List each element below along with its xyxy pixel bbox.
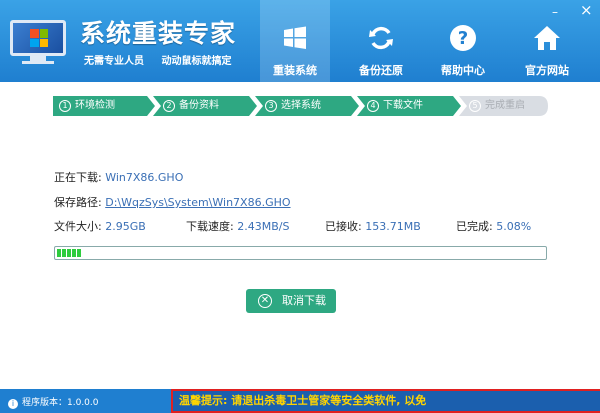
windows-logo-icon bbox=[30, 29, 48, 47]
nav-backup-restore[interactable]: 备份还原 bbox=[346, 0, 416, 82]
cancel-download-label: 取消下载 bbox=[282, 294, 326, 307]
warm-tip-notice: 温馨提示: 请退出杀毒卫士管家等安全类软件, 以免 bbox=[171, 389, 600, 413]
step-label: 完成重启 bbox=[485, 100, 525, 111]
home-icon bbox=[534, 26, 560, 50]
completed-label: 已完成: bbox=[456, 220, 493, 233]
app-header: 系统重装专家 无需专业人员 动动鼠标就搞定 – × 重装系统 备份还原 ? 帮助… bbox=[0, 0, 600, 82]
nav-reinstall-system[interactable]: 重装系统 bbox=[260, 0, 330, 82]
app-title: 系统重装专家 bbox=[80, 19, 237, 48]
nav-label: 备份还原 bbox=[359, 64, 403, 77]
step-backup-data: 2 备份资料 bbox=[153, 96, 257, 116]
step-label: 环境检测 bbox=[75, 100, 115, 111]
completed-value: 5.08% bbox=[496, 220, 532, 233]
file-size-value: 2.95GB bbox=[105, 220, 146, 233]
step-select-system: 3 选择系统 bbox=[255, 96, 359, 116]
step-download-file: 4 下载文件 bbox=[357, 96, 461, 116]
step-label: 备份资料 bbox=[179, 100, 219, 111]
nav-help-center[interactable]: ? 帮助中心 bbox=[428, 0, 498, 82]
step-finish-restart: 5 完成重启 bbox=[459, 96, 548, 116]
received-value: 153.71MB bbox=[365, 220, 421, 233]
downloading-file-name: Win7X86.GHO bbox=[105, 171, 184, 184]
download-progress-fill bbox=[57, 249, 82, 257]
nav-label: 官方网站 bbox=[525, 64, 569, 77]
version-text: 程序版本：1.0.0.0 bbox=[22, 398, 99, 408]
download-speed-value: 2.43MB/S bbox=[237, 220, 290, 233]
nav-label: 帮助中心 bbox=[441, 64, 485, 77]
save-path-row: 保存路径: D:\WqzSys\System\Win7X86.GHO bbox=[54, 194, 291, 210]
slogan-2: 动动鼠标就搞定 bbox=[161, 56, 232, 67]
completed-row: 已完成: 5.08% bbox=[456, 218, 531, 234]
step-label: 下载文件 bbox=[383, 100, 423, 111]
cancel-download-button[interactable]: ✕ 取消下载 bbox=[246, 289, 336, 313]
info-icon: i bbox=[8, 399, 18, 409]
progress-steps: 1 环境检测 2 备份资料 3 选择系统 4 下载文件 5 完成重启 bbox=[53, 96, 548, 116]
slogan-1: 无需专业人员 bbox=[84, 56, 144, 67]
downloading-label: 正在下载: bbox=[54, 171, 102, 184]
step-label: 选择系统 bbox=[281, 100, 321, 111]
refresh-icon bbox=[369, 26, 393, 50]
save-path-label: 保存路径: bbox=[54, 196, 102, 209]
step-environment-check: 1 环境检测 bbox=[53, 96, 155, 116]
download-speed-row: 下载速度: 2.43MB/S bbox=[186, 218, 289, 234]
app-slogan: 无需专业人员 动动鼠标就搞定 bbox=[84, 52, 245, 67]
file-size-label: 文件大小: bbox=[54, 220, 102, 233]
help-icon: ? bbox=[450, 25, 476, 51]
nav-label: 重装系统 bbox=[273, 64, 317, 77]
downloading-row: 正在下载: Win7X86.GHO bbox=[54, 169, 183, 185]
download-progress-bar bbox=[54, 246, 547, 260]
download-speed-label: 下载速度: bbox=[186, 220, 234, 233]
save-path-link[interactable]: D:\WqzSys\System\Win7X86.GHO bbox=[105, 196, 290, 209]
received-label: 已接收: bbox=[325, 220, 362, 233]
received-row: 已接收: 153.71MB bbox=[325, 218, 421, 234]
windows-icon bbox=[284, 26, 306, 49]
cancel-circle-icon: ✕ bbox=[258, 294, 272, 308]
file-size-row: 文件大小: 2.95GB bbox=[54, 218, 146, 234]
program-version: i 程序版本：1.0.0.0 bbox=[8, 395, 99, 409]
nav-official-site[interactable]: 官方网站 bbox=[512, 0, 582, 82]
app-logo-monitor-icon bbox=[10, 20, 66, 64]
status-bar: i 程序版本：1.0.0.0 温馨提示: 请退出杀毒卫士管家等安全类软件, 以免 bbox=[0, 389, 600, 413]
svg-text:?: ? bbox=[458, 28, 468, 49]
